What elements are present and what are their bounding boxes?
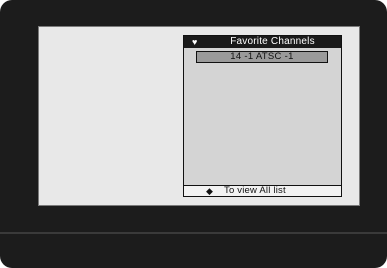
tv-bezel-divider — [0, 232, 387, 234]
favorite-channels-panel: ♥ Favorite Channels 14 -1 ATSC -1 ◆ To v… — [183, 35, 342, 197]
heart-icon: ♥ — [192, 37, 198, 47]
view-all-list-label: To view All list — [224, 185, 286, 196]
view-all-list-hint[interactable]: ◆ To view All list — [184, 185, 341, 196]
favorite-channels-header: ♥ Favorite Channels — [184, 36, 341, 48]
favorite-channels-title: Favorite Channels — [230, 36, 315, 47]
diamond-icon: ◆ — [206, 186, 213, 196]
channel-list-item[interactable]: 14 -1 ATSC -1 — [196, 51, 328, 63]
